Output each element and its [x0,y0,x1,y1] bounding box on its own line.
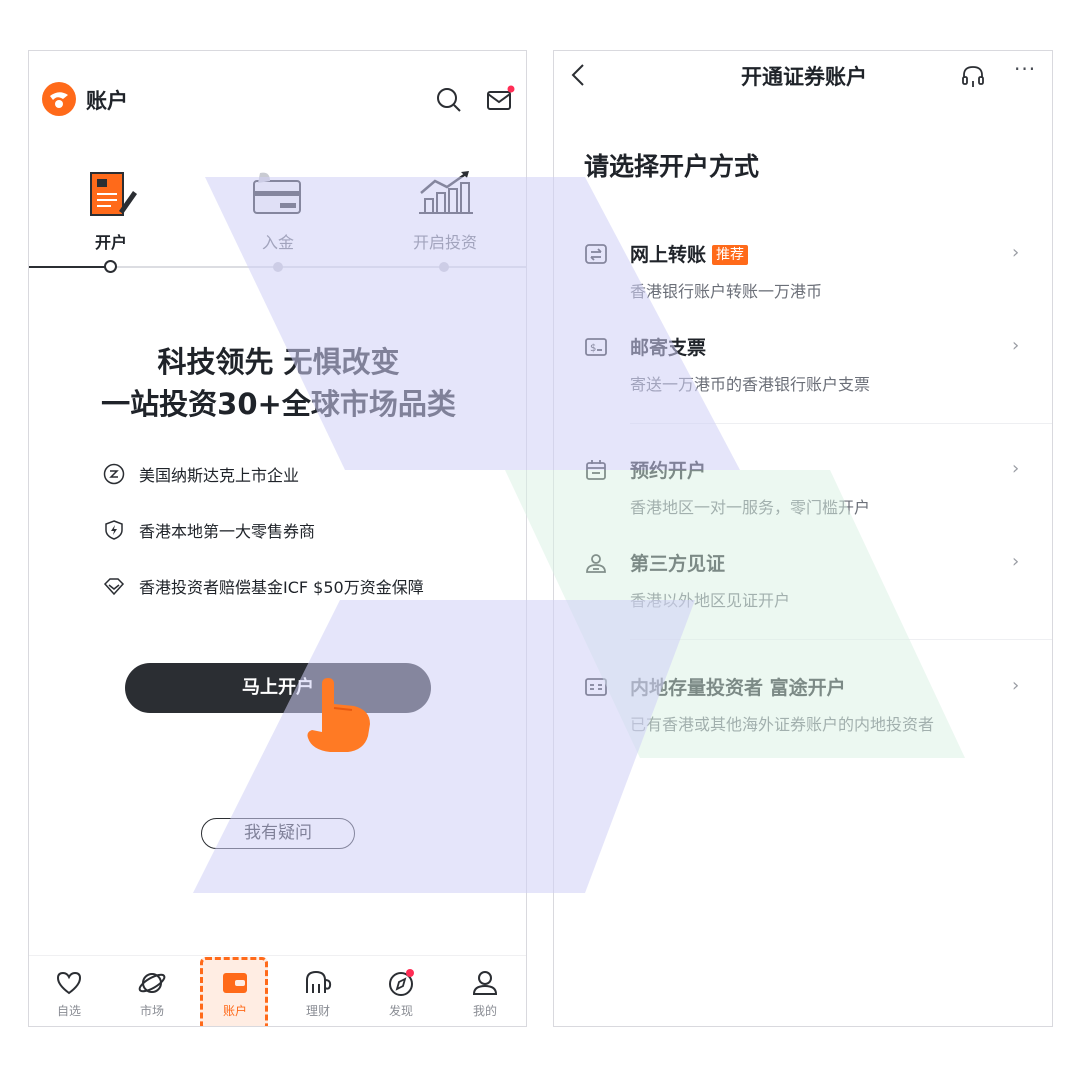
id-card-icon [585,678,607,696]
invest-chart-icon [419,171,473,214]
page-title: 账户 [86,89,128,113]
tab-wealth[interactable]: 理财 [288,968,348,1019]
option-subtitle: 香港以外地区见证开户 [630,591,791,610]
chevron-right-icon: › [1012,551,1020,572]
headline-line-2: 一站投资30+全球市场品类 [101,387,456,421]
logo-icon [42,82,76,116]
nasdaq-icon [103,463,125,485]
option-title: 内地存量投资者 富途开户 [630,677,846,699]
option-title: 预约开户 [630,460,707,482]
deposit-icon [253,172,301,214]
option-subtitle: 香港地区一对一服务，零门槛开户 [630,498,871,517]
tab-me[interactable]: 我的 [455,968,515,1019]
open-securities-account-screen: 开通证券账户 ··· 请选择开户方式 网上转账 推荐 香港银行账户转账一万港币 ›… [553,50,1053,1027]
progress-dot [439,262,449,272]
progress-dot-active [104,260,117,273]
step-deposit[interactable]: 入金 [208,169,348,253]
feature-text: 香港本地第一大零售券商 [139,522,316,541]
option-third-party-witness[interactable]: 第三方见证 香港以外地区见证开户 › [554,549,1052,629]
tab-watchlist[interactable]: 自选 [39,968,99,1019]
shield-bolt-icon [105,520,123,540]
tab-market[interactable]: 市场 [122,968,182,1019]
chevron-right-icon: › [1012,242,1020,263]
headset-icon[interactable] [960,63,986,89]
tab-label: 理财 [305,1004,330,1018]
tab-label: 市场 [139,1004,164,1018]
account-header: 账户 [29,51,526,151]
headline: 科技领先 无惧改变 一站投资30+全球市场品类 [29,341,526,425]
option-title: 网上转账 推荐 [630,240,749,267]
chevron-right-icon: › [1012,675,1020,696]
step-open-account[interactable]: 开户 [41,169,181,253]
account-screen: 账户 开户 入金 开启投资 科技领先 无惧改变 一站投资30+全球市场品类 美国… [28,50,527,1027]
mail-icon[interactable] [485,85,515,115]
search-icon[interactable] [434,85,464,115]
tab-label: 发现 [388,1004,413,1018]
feature-text: 美国纳斯达克上市企业 [139,466,300,485]
tab-account-highlight [200,957,268,1026]
step-label: 开户 [94,233,127,252]
option-subtitle: 寄送一万港币的香港银行账户支票 [630,375,871,394]
more-icon[interactable]: ··· [1014,57,1036,81]
progress-track-active [29,266,111,268]
step-start-investing[interactable]: 开启投资 [375,169,515,253]
chevron-right-icon: › [1012,335,1020,356]
option-online-transfer[interactable]: 网上转账 推荐 香港银行账户转账一万港币 › [554,240,1052,320]
section-heading: 请选择开户方式 [584,152,760,181]
open-account-button[interactable]: 马上开户 [125,663,431,713]
calendar-icon [586,460,606,480]
option-title: 第三方见证 [630,553,726,575]
option-mail-cheque[interactable]: $ 邮寄支票 寄送一万港币的香港银行账户支票 › [554,333,1052,413]
divider [630,423,1052,424]
headline-line-1: 科技领先 无惧改变 [157,345,400,379]
progress-dot [273,262,283,272]
option-title-text: 网上转账 [630,244,707,266]
tab-label: 自选 [56,1004,81,1018]
elephant-icon [306,970,332,993]
heart-icon [56,971,82,995]
planet-icon [138,973,166,993]
transfer-icon [585,244,607,264]
chevron-right-icon: › [1012,458,1020,479]
option-appointment[interactable]: 预约开户 香港地区一对一服务，零门槛开户 › [554,456,1052,536]
tab-label: 我的 [472,1004,497,1018]
option-subtitle: 已有香港或其他海外证券账户的内地投资者 [630,715,935,734]
divider [630,639,1052,640]
step-label: 开启投资 [412,233,477,252]
witness-icon [586,554,606,573]
option-subtitle: 香港银行账户转账一万港币 [630,282,823,301]
option-title: 邮寄支票 [630,337,707,359]
diamond-icon [103,578,125,596]
option-mainland-investor[interactable]: 内地存量投资者 富途开户 已有香港或其他海外证券账户的内地投资者 › [554,673,1052,753]
svg-text:$: $ [590,343,596,354]
tab-discover[interactable]: 发现 [371,968,431,1019]
recommended-badge: 推荐 [712,245,749,265]
bottom-tab-bar: 自选 市场 账户 理财 发现 我的 [29,955,526,1026]
cheque-icon: $ [585,338,607,356]
open-account-icon [90,172,137,216]
feature-text: 香港投资者赔偿基金ICF $50万资金保障 [139,578,424,597]
compass-icon [389,969,414,996]
faq-button[interactable]: 我有疑问 [201,818,355,849]
step-label: 入金 [261,233,294,252]
person-icon [472,971,498,995]
